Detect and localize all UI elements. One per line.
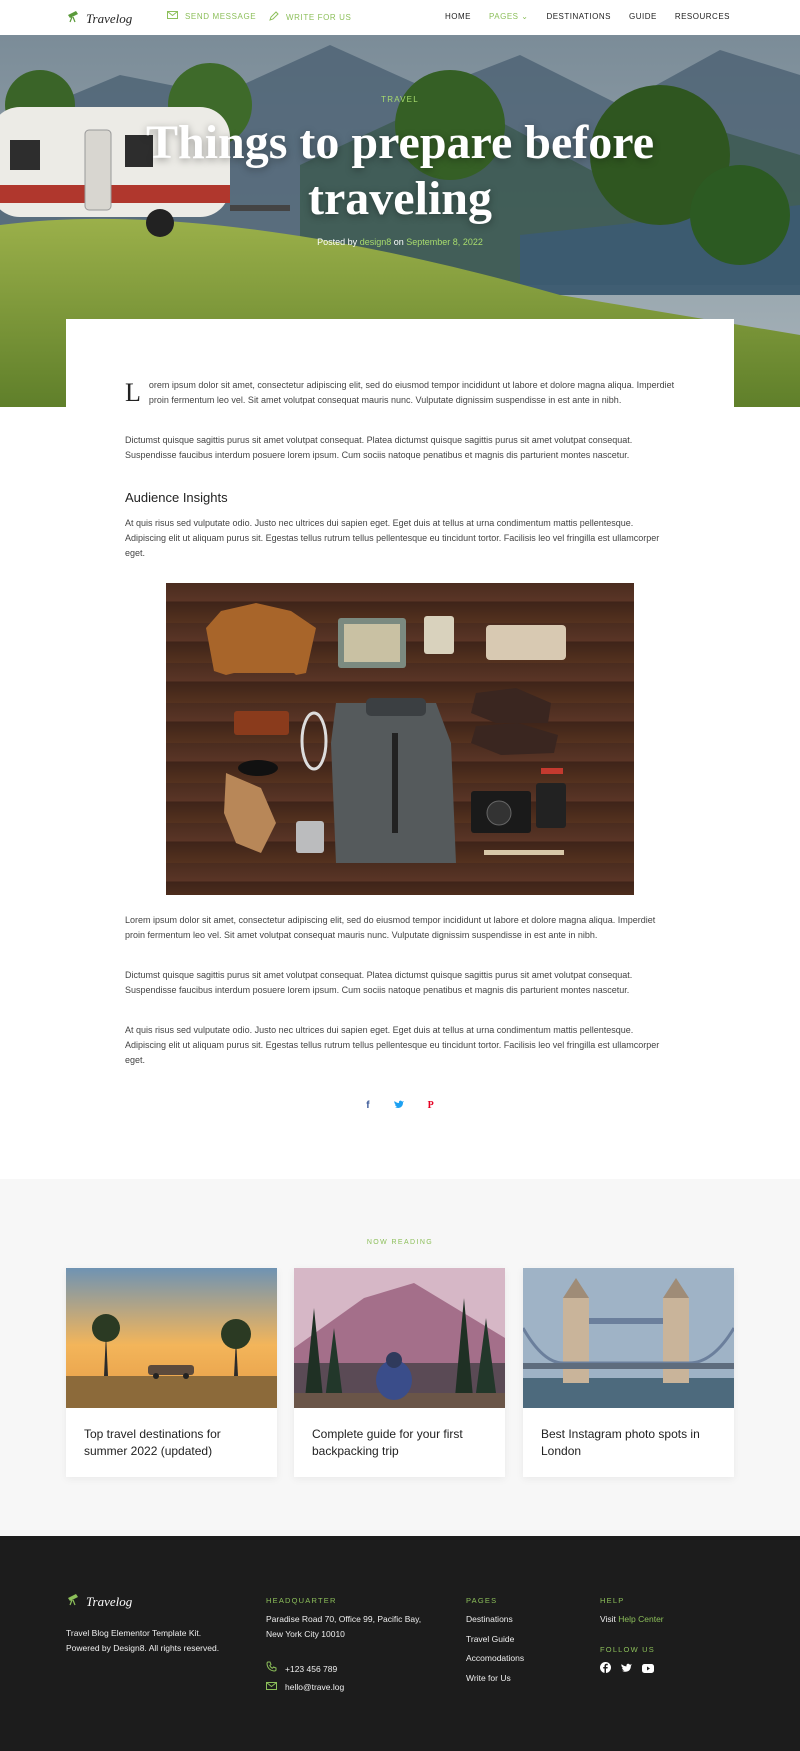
write-for-us-label: WRITE FOR US: [286, 12, 352, 22]
card-title[interactable]: Top travel destinations for summer 2022 …: [84, 1426, 264, 1460]
paragraph-4: Lorem ipsum dolor sit amet, consectetur …: [125, 915, 656, 940]
envelope-icon: [266, 1680, 277, 1695]
post-date-link[interactable]: September 8, 2022: [406, 237, 483, 247]
share-bar: f P: [0, 1100, 800, 1112]
nav-home[interactable]: HOME: [445, 12, 471, 21]
send-message-label: SEND MESSAGE: [185, 11, 257, 21]
post-category[interactable]: TRAVEL: [0, 95, 800, 104]
post-card[interactable]: Best Instagram photo spots in London: [523, 1268, 734, 1477]
card-image: [523, 1268, 734, 1408]
twitter-icon[interactable]: [393, 1100, 404, 1112]
nav-destinations[interactable]: DESTINATIONS: [546, 12, 611, 21]
send-message-link[interactable]: SEND MESSAGE: [167, 11, 256, 21]
site-footer: Travelog Travel Blog Elementor Template …: [0, 1536, 800, 1751]
phone-icon: [266, 1661, 277, 1677]
chevron-down-icon: ⌄: [521, 12, 529, 21]
footer-link-destinations[interactable]: Destinations: [466, 1610, 524, 1630]
footer-logo[interactable]: Travelog: [66, 1592, 132, 1611]
footer-logo-text: Travelog: [86, 1593, 133, 1609]
youtube-icon[interactable]: [642, 1660, 654, 1678]
paragraph-3: At quis risus sed vulputate odio. Justo …: [125, 518, 660, 558]
footer-about: Travel Blog Elementor Template Kit. Powe…: [66, 1628, 220, 1653]
nav-resources[interactable]: RESOURCES: [675, 12, 730, 21]
post-card[interactable]: Top travel destinations for summer 2022 …: [66, 1268, 277, 1477]
social-icons: [600, 1660, 654, 1678]
packing-flatlay-illustration: [206, 603, 566, 863]
paragraph-6: At quis risus sed vulputate odio. Justo …: [125, 1025, 660, 1065]
section-heading: Audience Insights: [125, 490, 228, 505]
facebook-icon[interactable]: [600, 1660, 611, 1678]
telescope-icon: [66, 9, 80, 28]
post-card[interactable]: Complete guide for your first backpackin…: [294, 1268, 505, 1477]
phone-item[interactable]: +123 456 789: [266, 1661, 337, 1677]
twitter-icon[interactable]: [621, 1660, 632, 1678]
footer-link-travel-guide[interactable]: Travel Guide: [466, 1630, 524, 1650]
hq-heading: HEADQUARTER: [266, 1596, 337, 1605]
site-logo[interactable]: Travelog: [66, 9, 132, 28]
email-address: hello@trave.log: [285, 1682, 345, 1692]
paragraph-1: orem ipsum dolor sit amet, consectetur a…: [148, 380, 675, 405]
paragraph-5: Dictumst quisque sagittis purus sit amet…: [125, 970, 633, 995]
post-title: Things to prepare before traveling: [145, 116, 654, 225]
help-visit-label: Visit: [600, 1614, 616, 1624]
dropcap-letter: L: [125, 378, 141, 407]
help-heading: HELP: [600, 1596, 625, 1605]
envelope-icon: [167, 11, 178, 21]
post-meta: Posted by design8 on September 8, 2022: [0, 237, 800, 247]
card-image: [294, 1268, 505, 1408]
nav-pages[interactable]: PAGES ⌄: [489, 12, 528, 21]
top-header: Travelog SEND MESSAGE WRITE FOR US HOME …: [0, 0, 800, 35]
main-nav: HOME PAGES ⌄ DESTINATIONS GUIDE RESOURCE…: [445, 12, 730, 21]
article-intro: L orem ipsum dolor sit amet, consectetur…: [125, 378, 675, 408]
on-label: on: [393, 237, 404, 247]
card-title[interactable]: Complete guide for your first backpackin…: [312, 1426, 492, 1460]
logo-text: Travelog: [86, 10, 133, 26]
help-center-link[interactable]: Help Center: [618, 1614, 663, 1624]
card-title[interactable]: Best Instagram photo spots in London: [541, 1426, 721, 1460]
footer-link-write-for-us[interactable]: Write for Us: [466, 1669, 524, 1689]
hq-address: Paradise Road 70, Office 99, Pacific Bay…: [266, 1614, 422, 1639]
article-image: [166, 583, 634, 895]
posted-by-label: Posted by: [317, 237, 358, 247]
phone-number: +123 456 789: [285, 1663, 338, 1674]
now-reading-section: NOW READING Top travel destinations for …: [0, 1179, 800, 1536]
footer-link-accomodations[interactable]: Accomodations: [466, 1649, 524, 1669]
post-author-link[interactable]: design8: [360, 237, 392, 247]
paragraph-2: Dictumst quisque sagittis purus sit amet…: [125, 435, 633, 460]
telescope-icon: [66, 1592, 80, 1611]
pages-heading: PAGES: [466, 1596, 498, 1605]
follow-heading: FOLLOW US: [600, 1645, 655, 1654]
pinterest-icon[interactable]: P: [428, 1100, 434, 1112]
now-reading-title: NOW READING: [366, 1239, 434, 1246]
pencil-icon: [269, 11, 279, 23]
nav-guide[interactable]: GUIDE: [629, 12, 657, 21]
help-text: Visit Help Center: [600, 1612, 664, 1627]
write-for-us-link[interactable]: WRITE FOR US: [269, 11, 351, 23]
email-item[interactable]: hello@trave.log: [266, 1680, 344, 1695]
card-image: [66, 1268, 277, 1408]
footer-pages-list: Destinations Travel Guide Accomodations …: [466, 1610, 524, 1688]
facebook-icon[interactable]: f: [366, 1100, 369, 1112]
